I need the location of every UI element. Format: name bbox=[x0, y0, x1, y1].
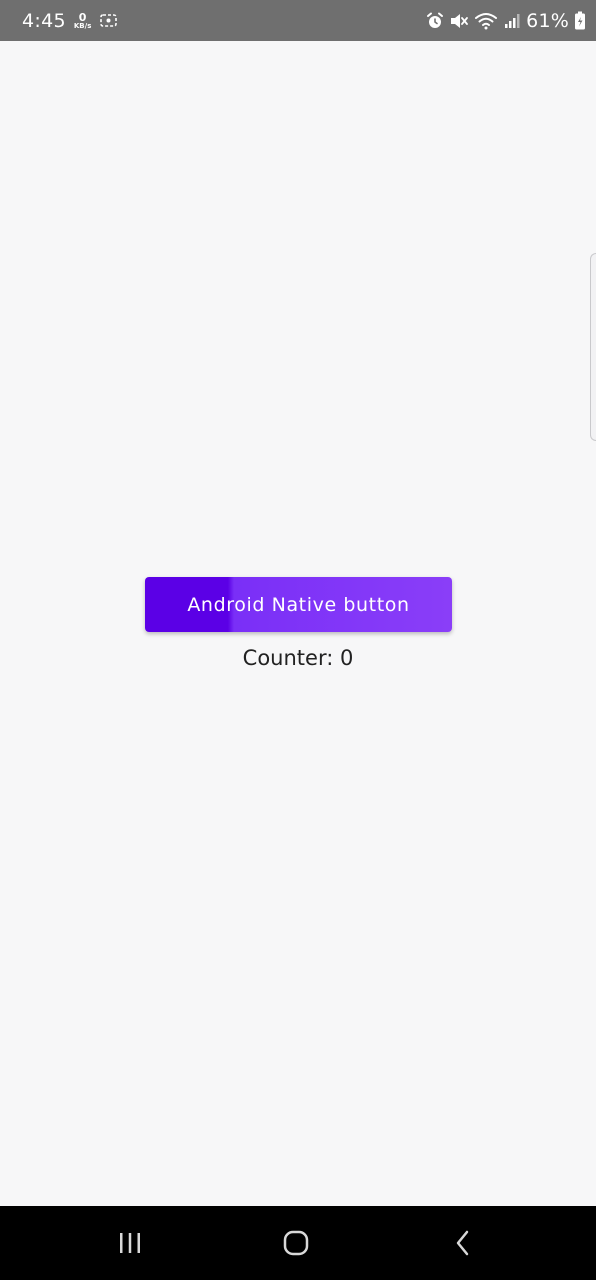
back-icon bbox=[453, 1229, 473, 1257]
signal-icon bbox=[503, 12, 521, 30]
edge-panel-handle[interactable] bbox=[590, 253, 596, 441]
alarm-icon bbox=[426, 12, 444, 30]
network-speed-icon: 0 KB/s bbox=[74, 12, 91, 30]
home-button[interactable] bbox=[256, 1206, 336, 1280]
status-time: 4:45 bbox=[22, 10, 66, 32]
status-right: 61% bbox=[426, 9, 586, 33]
battery-icon bbox=[574, 11, 586, 31]
net-speed-unit: KB/s bbox=[73, 22, 92, 30]
counter-label: Counter: 0 bbox=[242, 646, 354, 670]
recents-button[interactable] bbox=[90, 1206, 170, 1280]
battery-percent: 61% bbox=[526, 10, 569, 32]
screen-record-icon bbox=[99, 12, 119, 30]
main-content: Android Native button Counter: 0 bbox=[0, 41, 596, 1206]
app-screen: 4:45 0 KB/s 61% Android Native button Co… bbox=[0, 0, 596, 1280]
home-icon bbox=[282, 1229, 310, 1257]
wifi-icon bbox=[474, 12, 498, 30]
navigation-bar bbox=[0, 1206, 596, 1280]
back-button[interactable] bbox=[423, 1206, 503, 1280]
status-left: 4:45 0 KB/s bbox=[22, 9, 119, 33]
status-bar: 4:45 0 KB/s 61% bbox=[0, 0, 596, 41]
mute-icon bbox=[449, 12, 469, 30]
android-native-button[interactable]: Android Native button bbox=[145, 577, 452, 632]
recents-icon bbox=[116, 1231, 144, 1255]
